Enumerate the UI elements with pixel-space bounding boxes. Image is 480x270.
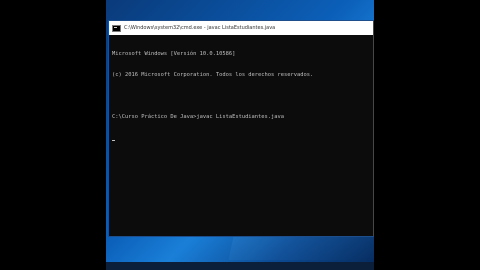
- window-titlebar[interactable]: C:\Windows\system32\cmd.exe - javac List…: [109, 21, 373, 35]
- taskbar[interactable]: [106, 262, 374, 270]
- cmd-icon: [112, 24, 121, 32]
- window-title: C:\Windows\system32\cmd.exe - javac List…: [124, 25, 276, 31]
- screen: C:\Windows\system32\cmd.exe - javac List…: [0, 0, 480, 270]
- console-line-1: Microsoft Windows [Versión 10.0.10586]: [112, 51, 236, 57]
- cmd-window[interactable]: C:\Windows\system32\cmd.exe - javac List…: [108, 20, 374, 237]
- console-line-3: [112, 93, 370, 100]
- console-line-2: (c) 2016 Microsoft Corporation. Todos lo…: [112, 72, 314, 78]
- console-output[interactable]: Microsoft Windows [Versión 10.0.10586] (…: [109, 35, 373, 158]
- console-cursor-line: [112, 135, 370, 142]
- console-line-4: C:\Curso Práctico De Java>javac ListaEst…: [112, 114, 285, 120]
- text-cursor: [112, 140, 115, 141]
